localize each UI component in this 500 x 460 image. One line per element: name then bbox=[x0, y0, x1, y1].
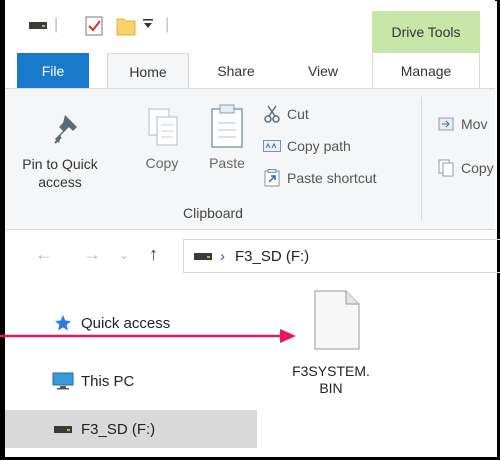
toolbar-separator: | bbox=[165, 16, 170, 33]
pin-icon bbox=[51, 113, 81, 152]
properties-icon[interactable] bbox=[85, 16, 103, 36]
paste-icon bbox=[209, 103, 245, 154]
file-icon bbox=[314, 290, 360, 355]
drive-icon[interactable] bbox=[29, 20, 47, 30]
file-name-line1: F3SYSTEM. bbox=[292, 363, 370, 379]
tab-file[interactable]: File bbox=[17, 53, 89, 89]
breadcrumb-drive[interactable]: F3_SD (F:) bbox=[235, 248, 309, 265]
paste-shortcut-button[interactable]: Paste shortcut bbox=[263, 169, 377, 187]
ribbon: Pin to Quick access Copy Paste Cut Copy … bbox=[5, 88, 495, 230]
clipboard-group-label: Clipboard bbox=[183, 205, 243, 221]
paste-label: Paste bbox=[209, 155, 245, 171]
monitor-icon bbox=[51, 372, 75, 390]
paste-shortcut-icon bbox=[263, 169, 281, 187]
tab-share[interactable]: Share bbox=[201, 53, 271, 89]
navigation-bar: ← → ⌄ ↑ › F3_SD (F:) bbox=[5, 232, 500, 282]
pin-to-quick-access-button[interactable]: Pin to Quick access bbox=[11, 99, 109, 199]
toolbar-separator: | bbox=[54, 16, 59, 33]
back-arrow-icon[interactable]: ← bbox=[35, 244, 53, 265]
file-list: F3SYSTEM. BIN bbox=[258, 282, 495, 457]
ribbon-separator bbox=[421, 97, 422, 221]
star-icon bbox=[51, 314, 75, 332]
nav-item-label: F3_SD (F:) bbox=[81, 420, 156, 438]
paste-shortcut-label: Paste shortcut bbox=[287, 170, 377, 186]
nav-item-quick-access[interactable]: Quick access bbox=[5, 304, 257, 342]
customize-toolbar-icon[interactable] bbox=[142, 18, 154, 30]
address-bar[interactable]: › F3_SD (F:) bbox=[183, 239, 500, 273]
paste-button[interactable]: Paste bbox=[201, 99, 253, 199]
title-bar: | | Drive Tools bbox=[5, 0, 495, 53]
copy-to-button[interactable]: Copy bbox=[437, 159, 494, 177]
cut-button[interactable]: Cut bbox=[263, 105, 309, 123]
pin-label-line2: access bbox=[38, 174, 82, 190]
recent-locations-chevron-icon[interactable]: ⌄ bbox=[119, 248, 129, 262]
move-to-button[interactable]: Mov bbox=[437, 115, 487, 133]
copy-label: Copy bbox=[145, 155, 179, 171]
cut-label: Cut bbox=[287, 106, 309, 122]
scissors-icon bbox=[263, 105, 281, 123]
copy-icon bbox=[147, 107, 181, 154]
file-name-line2: BIN bbox=[319, 380, 343, 396]
copy-to-icon bbox=[437, 159, 455, 177]
pin-label-line1: Pin to Quick bbox=[22, 156, 98, 172]
drive-tools-context-tab: Drive Tools bbox=[372, 11, 480, 53]
copy-button[interactable]: Copy bbox=[137, 99, 187, 199]
nav-item-label: Quick access bbox=[81, 314, 171, 332]
file-name: F3SYSTEM. BIN bbox=[276, 363, 386, 397]
tab-home[interactable]: Home bbox=[107, 53, 189, 89]
new-folder-icon[interactable] bbox=[116, 16, 136, 36]
move-to-icon bbox=[437, 115, 455, 133]
forward-arrow-icon[interactable]: → bbox=[83, 244, 101, 265]
nav-item-label: This PC bbox=[81, 372, 135, 390]
tab-manage[interactable]: Manage bbox=[372, 53, 480, 89]
nav-item-f3-sd[interactable]: F3_SD (F:) bbox=[5, 410, 257, 448]
file-item[interactable]: F3SYSTEM. BIN bbox=[276, 290, 386, 397]
breadcrumb-separator: › bbox=[220, 247, 225, 265]
copy-to-label: Copy bbox=[461, 160, 494, 176]
up-arrow-icon[interactable]: ↑ bbox=[149, 244, 158, 265]
move-to-label: Mov bbox=[461, 116, 488, 132]
copy-path-icon bbox=[263, 137, 281, 155]
navigation-pane: Quick access This PC F3_SD (F:) bbox=[5, 282, 257, 457]
drive-icon bbox=[51, 424, 75, 434]
tab-view[interactable]: View bbox=[289, 53, 357, 89]
nav-item-this-pc[interactable]: This PC bbox=[5, 362, 257, 400]
drive-icon bbox=[194, 251, 212, 261]
copy-path-button[interactable]: Copy path bbox=[263, 137, 351, 155]
ribbon-tabs: File Home Share View Manage bbox=[5, 53, 495, 89]
copy-path-label: Copy path bbox=[287, 138, 351, 154]
